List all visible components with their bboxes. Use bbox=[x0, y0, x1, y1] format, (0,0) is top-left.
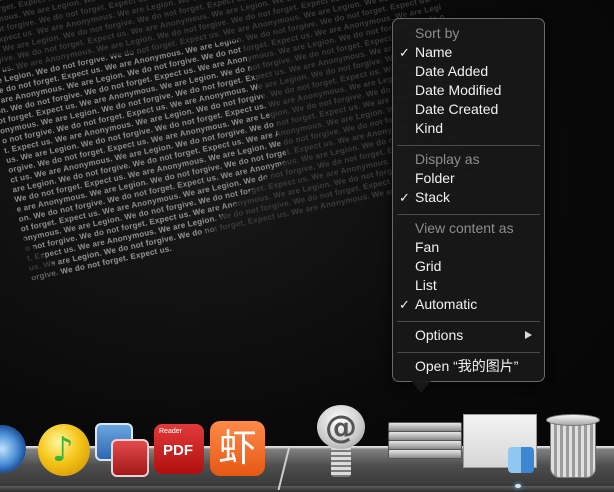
menu-item-open-folder[interactable]: Open “我的图片” bbox=[393, 357, 544, 376]
menu-separator bbox=[397, 321, 540, 322]
menu-separator bbox=[397, 352, 540, 353]
stack-context-menu: Sort by ✓ Name Date Added Date Modified D… bbox=[392, 18, 545, 382]
vmware-square-red bbox=[111, 439, 149, 477]
finder-icon[interactable] bbox=[463, 414, 537, 473]
finder-face-icon bbox=[508, 447, 534, 473]
vmware-fusion-icon[interactable] bbox=[93, 421, 149, 477]
menu-item-view-fan[interactable]: Fan bbox=[393, 238, 544, 257]
menu-header-sort-by: Sort by bbox=[415, 25, 460, 41]
pdf-reader-icon[interactable]: Reader PDF bbox=[154, 424, 204, 474]
dock-reflection bbox=[0, 486, 614, 492]
checkmark-icon: ✓ bbox=[399, 45, 410, 60]
pictures-stack-icon[interactable] bbox=[388, 420, 462, 459]
checkmark-icon: ✓ bbox=[399, 190, 410, 205]
menu-item-sort-kind[interactable]: Kind bbox=[393, 119, 544, 138]
menu-item-sort-date-created[interactable]: Date Created bbox=[393, 100, 544, 119]
running-indicator bbox=[515, 484, 521, 488]
menu-item-display-stack[interactable]: ✓ Stack bbox=[393, 188, 544, 207]
menu-header-display-as: Display as bbox=[415, 151, 480, 167]
mail-spring bbox=[331, 447, 351, 477]
menu-header-view-content-as: View content as bbox=[415, 220, 514, 236]
trash-icon[interactable] bbox=[546, 412, 600, 478]
menu-item-sort-name[interactable]: ✓ Name bbox=[393, 43, 544, 62]
menu-separator bbox=[397, 145, 540, 146]
submenu-arrow-icon bbox=[525, 331, 532, 339]
menu-separator bbox=[397, 214, 540, 215]
menu-item-sort-date-added[interactable]: Date Added bbox=[393, 62, 544, 81]
menu-item-view-list[interactable]: List bbox=[393, 276, 544, 295]
xiami-icon[interactable]: 虾 bbox=[210, 421, 265, 476]
mail-icon[interactable]: @ bbox=[315, 405, 367, 477]
menu-item-options[interactable]: Options bbox=[393, 326, 544, 345]
menu-item-sort-date-modified[interactable]: Date Modified bbox=[393, 81, 544, 100]
menu-item-view-automatic[interactable]: ✓ Automatic bbox=[393, 295, 544, 314]
menu-pointer-arrow bbox=[411, 381, 431, 393]
checkmark-icon: ✓ bbox=[399, 297, 410, 312]
menu-item-view-grid[interactable]: Grid bbox=[393, 257, 544, 276]
menu-item-display-folder[interactable]: Folder bbox=[393, 169, 544, 188]
qq-music-icon[interactable]: ♪ bbox=[38, 424, 90, 476]
